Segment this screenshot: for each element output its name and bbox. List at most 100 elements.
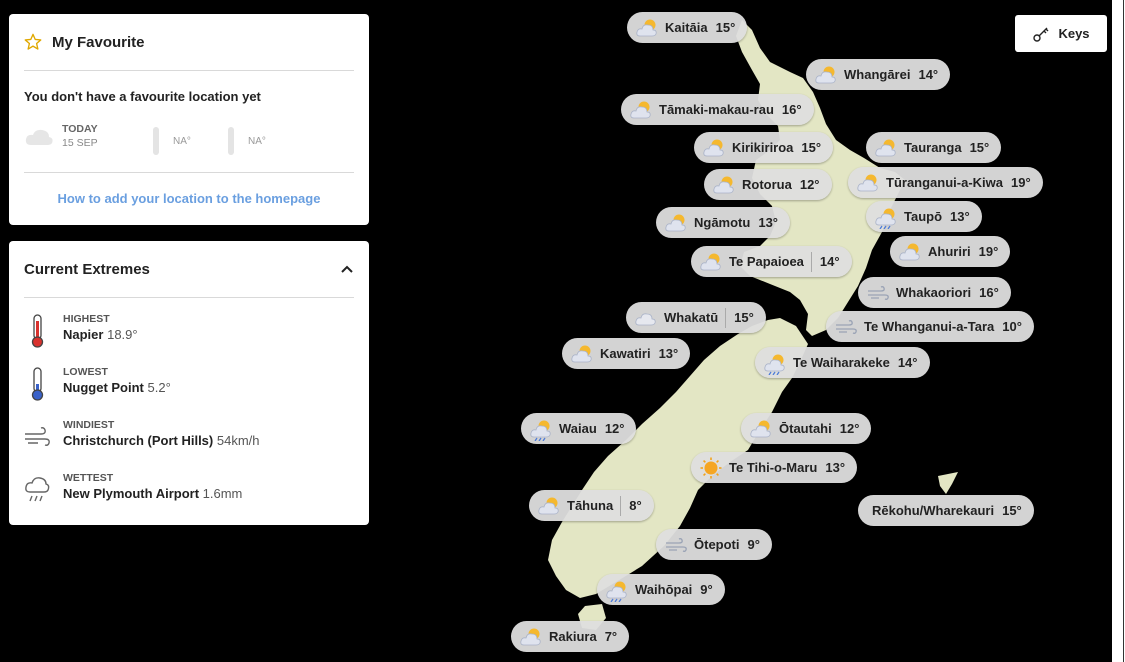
location-pill[interactable]: Tūranganui-a-Kiwa 19° — [848, 167, 1043, 198]
location-temp: 19° — [1011, 175, 1031, 190]
rain-cloud-icon — [25, 477, 50, 502]
location-pill[interactable]: Ōtepoti 9° — [656, 529, 772, 560]
location-pill[interactable]: Ōtautahi 12° — [741, 413, 872, 444]
location-temp: 14° — [897, 355, 918, 370]
extremes-header[interactable]: Current Extremes — [24, 241, 354, 298]
extreme-place: Christchurch (Port Hills) — [63, 433, 214, 448]
extreme-lowest: LOWEST Nugget Point 5.2° — [24, 366, 354, 406]
location-pill[interactable]: Tāmaki-makau-rau 16° — [621, 94, 814, 125]
wind-icon — [836, 319, 857, 334]
location-pill[interactable]: Rēkohu/Wharekauri 15° — [858, 495, 1034, 526]
today-date: 15 SEP — [62, 137, 98, 149]
extreme-place: New Plymouth Airport — [63, 486, 200, 501]
location-name: Ōtautahi — [779, 421, 832, 436]
location-pill[interactable]: Rotorua 12° — [704, 169, 832, 200]
location-name: Tāmaki-makau-rau — [659, 102, 774, 117]
low-temp-value: NA° — [248, 136, 266, 147]
location-pill[interactable]: Kirikiriroa 15° — [694, 132, 834, 163]
location-name: Waihōpai — [635, 582, 693, 597]
location-pill[interactable]: Waihōpai 9° — [597, 574, 725, 605]
location-pill[interactable]: Te Tihi-o-Maru 13° — [691, 452, 858, 483]
location-pill[interactable]: Whangārei 14° — [806, 59, 951, 90]
location-pill[interactable]: Ngāmotu 13° — [656, 207, 791, 238]
add-location-help-link[interactable]: How to add your location to the homepage — [9, 191, 369, 206]
partly-cloudy-icon — [875, 139, 896, 156]
partly-cloudy-icon — [703, 139, 724, 156]
location-name: Taupō — [904, 209, 943, 224]
thermometer-hot-icon — [31, 314, 44, 348]
location-name: Rotorua — [742, 177, 792, 192]
location-pill[interactable]: Tauranga 15° — [866, 132, 1002, 163]
location-temp: 12° — [799, 177, 820, 192]
extreme-label: WETTEST — [63, 472, 114, 484]
location-pill[interactable]: Rakiura 7° — [511, 621, 630, 652]
showers-icon — [764, 354, 785, 375]
partly-cloudy-icon — [520, 628, 541, 645]
location-temp: 13° — [825, 460, 846, 475]
location-name: Kaitāia — [665, 20, 708, 35]
location-temp: 14° — [918, 67, 939, 82]
location-pill[interactable]: Kawatiri 13° — [562, 338, 691, 369]
extreme-value: 18.9° — [107, 327, 138, 342]
extreme-windiest: WINDIEST Christchurch (Port Hills) 54km/… — [24, 419, 354, 459]
wind-icon — [25, 427, 50, 446]
location-name: Whakatū — [664, 310, 719, 325]
location-pill[interactable]: Whakatū 15° — [626, 302, 766, 333]
extreme-label: HIGHEST — [63, 313, 110, 325]
extreme-label: LOWEST — [63, 366, 108, 378]
favourite-header: My Favourite — [24, 14, 354, 71]
location-pill[interactable]: Taupō 13° — [866, 201, 982, 232]
partly-cloudy-icon — [665, 214, 686, 231]
location-name: Kirikiriroa — [732, 140, 794, 155]
location-temp: 15° — [801, 140, 822, 155]
location-name: Rakiura — [549, 629, 597, 644]
location-name: Waiau — [559, 421, 597, 436]
keys-label: Keys — [1058, 26, 1090, 41]
location-pill[interactable]: Whakaoriori 16° — [858, 277, 1011, 308]
location-temp: 12° — [604, 421, 625, 436]
location-temp: 16° — [979, 285, 999, 300]
star-icon[interactable] — [24, 33, 42, 51]
location-pill[interactable]: Ahuriri 19° — [890, 236, 1011, 267]
partly-cloudy-icon — [571, 345, 592, 362]
thermometer-cold-icon — [31, 367, 44, 401]
showers-icon — [606, 581, 627, 602]
location-pill[interactable]: Tāhuna 8° — [529, 490, 654, 521]
extreme-value: 5.2° — [147, 380, 171, 395]
favourite-card: My Favourite You don't have a favourite … — [9, 14, 369, 225]
keys-button[interactable]: Keys — [1015, 15, 1107, 52]
location-name: Te Papaioea — [729, 254, 804, 269]
chevron-up-icon[interactable] — [340, 262, 354, 276]
extremes-title: Current Extremes — [24, 260, 150, 278]
location-name: Rēkohu/Wharekauri — [872, 503, 995, 518]
location-temp: 15° — [734, 310, 754, 325]
partly-cloudy-icon — [700, 253, 721, 270]
thermometer-icon — [228, 127, 234, 155]
location-name: Whangārei — [844, 67, 911, 82]
location-pill[interactable]: Te Waiharakeke 14° — [755, 347, 930, 378]
location-pill[interactable]: Te Whanganui-a-Tara 10° — [826, 311, 1034, 342]
location-temp: 13° — [658, 346, 679, 361]
extreme-label: WINDIEST — [63, 419, 115, 431]
key-icon — [1033, 27, 1049, 42]
location-name: Tauranga — [904, 140, 962, 155]
extreme-place: Napier — [63, 327, 104, 342]
partly-cloudy-icon — [630, 101, 651, 118]
location-name: Te Tihi-o-Maru — [729, 460, 818, 475]
location-name: Te Waiharakeke — [793, 355, 890, 370]
location-pill[interactable]: Kaitāia 15° — [627, 12, 748, 43]
partly-cloudy-icon — [538, 497, 559, 514]
location-temp: 8° — [629, 498, 642, 513]
location-name: Tūranganui-a-Kiwa — [886, 175, 1004, 190]
location-temp: 15° — [715, 20, 736, 35]
location-temp: 9° — [700, 582, 713, 597]
location-name: Ōtepoti — [694, 537, 740, 552]
location-temp: 9° — [747, 537, 760, 552]
location-temp: 19° — [978, 244, 999, 259]
location-pill[interactable]: Te Papaioea 14° — [691, 246, 852, 277]
partly-cloudy-icon — [857, 174, 878, 191]
location-pill[interactable]: Waiau 12° — [521, 413, 637, 444]
location-name: Te Whanganui-a-Tara — [864, 319, 995, 334]
location-temp: 16° — [781, 102, 802, 117]
wind-icon — [868, 285, 889, 300]
